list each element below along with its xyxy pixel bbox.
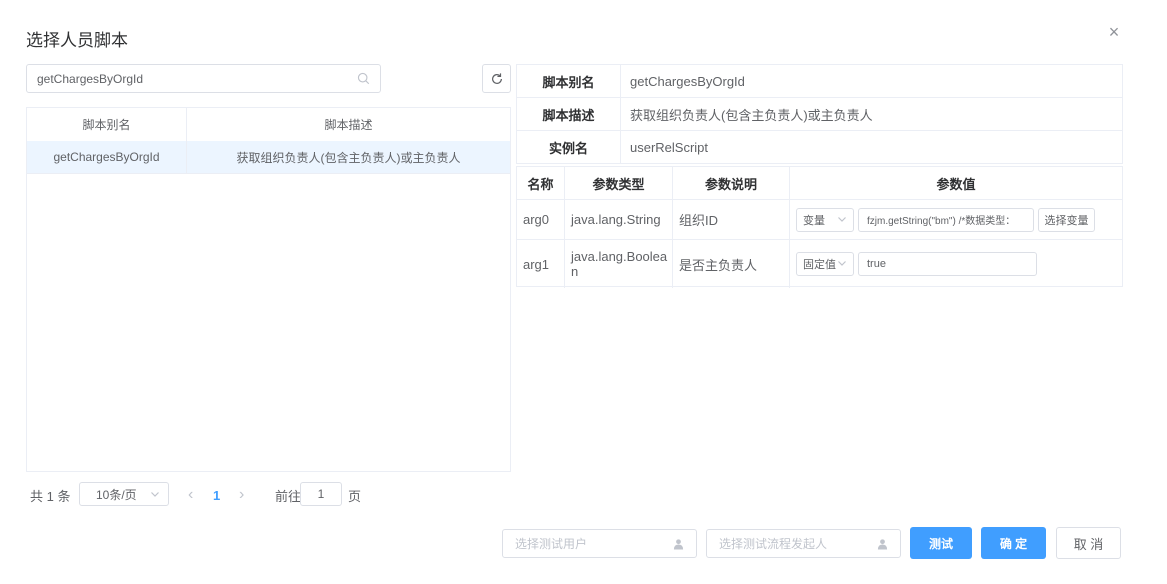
param-type: java.lang.Boolea n (565, 240, 673, 288)
row-alias: getChargesByOrgId (27, 141, 187, 173)
script-search[interactable] (26, 64, 381, 93)
page-size-value: 10条/页 (96, 487, 137, 502)
chevron-down-icon (838, 216, 846, 222)
param-header-type: 参数类型 (565, 167, 673, 199)
close-icon[interactable]: × (1106, 23, 1122, 41)
info-desc-value: 获取组织负责人(包含主负责人)或主负责人 (630, 107, 873, 123)
script-info-table: 脚本别名 getChargesByOrgId 脚本描述 获取组织负责人(包含主负… (516, 64, 1123, 164)
param-mode-value: 固定值 (803, 259, 836, 271)
info-desc-label: 脚本描述 (517, 98, 621, 130)
column-header-desc: 脚本描述 (324, 118, 373, 132)
search-icon[interactable] (357, 72, 370, 85)
info-instance-value: userRelScript (630, 139, 709, 155)
params-header: 名称 参数类型 参数说明 参数值 (517, 167, 1122, 200)
param-name: arg0 (517, 200, 565, 239)
test-initiator-placeholder: 选择测试流程发起人 (719, 537, 828, 551)
cancel-button[interactable]: 取 消 (1056, 527, 1121, 559)
script-list-header: 脚本别名 脚本描述 (27, 108, 510, 142)
param-desc: 组织ID (673, 200, 790, 239)
chevron-down-icon (838, 261, 846, 266)
table-row: arg1 java.lang.Boolea n 是否主负责人 固定值 true (517, 240, 1122, 288)
page-size-select[interactable]: 10条/页 (79, 482, 169, 506)
test-user-select[interactable]: 选择测试用户 (502, 529, 697, 558)
chevron-down-icon (151, 492, 159, 497)
param-value-input[interactable]: true (858, 252, 1037, 276)
table-row: arg0 java.lang.String 组织ID 变量 fzjm.getSt… (517, 200, 1122, 240)
goto-suffix: 页 (348, 488, 362, 504)
script-list-table: 脚本别名 脚本描述 getChargesByOrgId 获取组织负责人(包含主负… (26, 107, 511, 472)
param-header-name: 名称 (517, 167, 565, 199)
param-mode-select[interactable]: 变量 (796, 207, 854, 232)
prev-page-button[interactable]: ‹ (188, 484, 193, 506)
param-type: java.lang.String (565, 200, 673, 239)
pagination-total: 共 1 条 (30, 488, 71, 504)
user-icon (877, 539, 888, 550)
table-row[interactable]: getChargesByOrgId 获取组织负责人(包含主负责人)或主负责人 (27, 141, 510, 174)
info-alias-label: 脚本别名 (517, 65, 621, 97)
param-header-desc: 参数说明 (673, 167, 790, 199)
test-user-placeholder: 选择测试用户 (515, 537, 588, 551)
param-type-line1: java.lang.Boolea (571, 249, 668, 264)
test-button[interactable]: 测试 (910, 527, 972, 559)
param-desc: 是否主负责人 (673, 240, 790, 288)
info-alias-value: getChargesByOrgId (630, 73, 745, 89)
dialog-title: 选择人员脚本 (26, 31, 128, 50)
goto-page-input[interactable]: 1 (300, 482, 342, 506)
refresh-button[interactable] (482, 64, 511, 93)
select-variable-button[interactable]: 选择变量 (1038, 207, 1095, 232)
param-name: arg1 (517, 240, 565, 288)
param-value-cell: 固定值 true (790, 240, 1122, 288)
param-type-line2: n (571, 264, 579, 279)
param-mode-value: 变量 (803, 214, 825, 227)
test-initiator-select[interactable]: 选择测试流程发起人 (706, 529, 901, 558)
refresh-icon (491, 72, 502, 84)
page-number-current[interactable]: 1 (213, 484, 220, 506)
confirm-button[interactable]: 确 定 (981, 527, 1046, 559)
next-page-button[interactable]: › (239, 484, 244, 506)
search-input[interactable] (27, 65, 357, 92)
param-value-input[interactable]: fzjm.getString("bm") /*数据类型： (858, 207, 1034, 232)
params-table: 名称 参数类型 参数说明 参数值 arg0 java.lang.String 组… (516, 166, 1123, 288)
user-icon (673, 539, 684, 550)
param-mode-select[interactable]: 固定值 (796, 252, 854, 276)
column-header-alias: 脚本别名 (27, 108, 187, 141)
param-value-cell: 变量 fzjm.getString("bm") /*数据类型： 选择变量 (790, 200, 1122, 239)
row-desc: 获取组织负责人(包含主负责人)或主负责人 (236, 150, 461, 165)
param-header-value: 参数值 (936, 176, 976, 192)
info-instance-label: 实例名 (517, 131, 621, 163)
goto-prefix: 前往 (275, 488, 302, 504)
